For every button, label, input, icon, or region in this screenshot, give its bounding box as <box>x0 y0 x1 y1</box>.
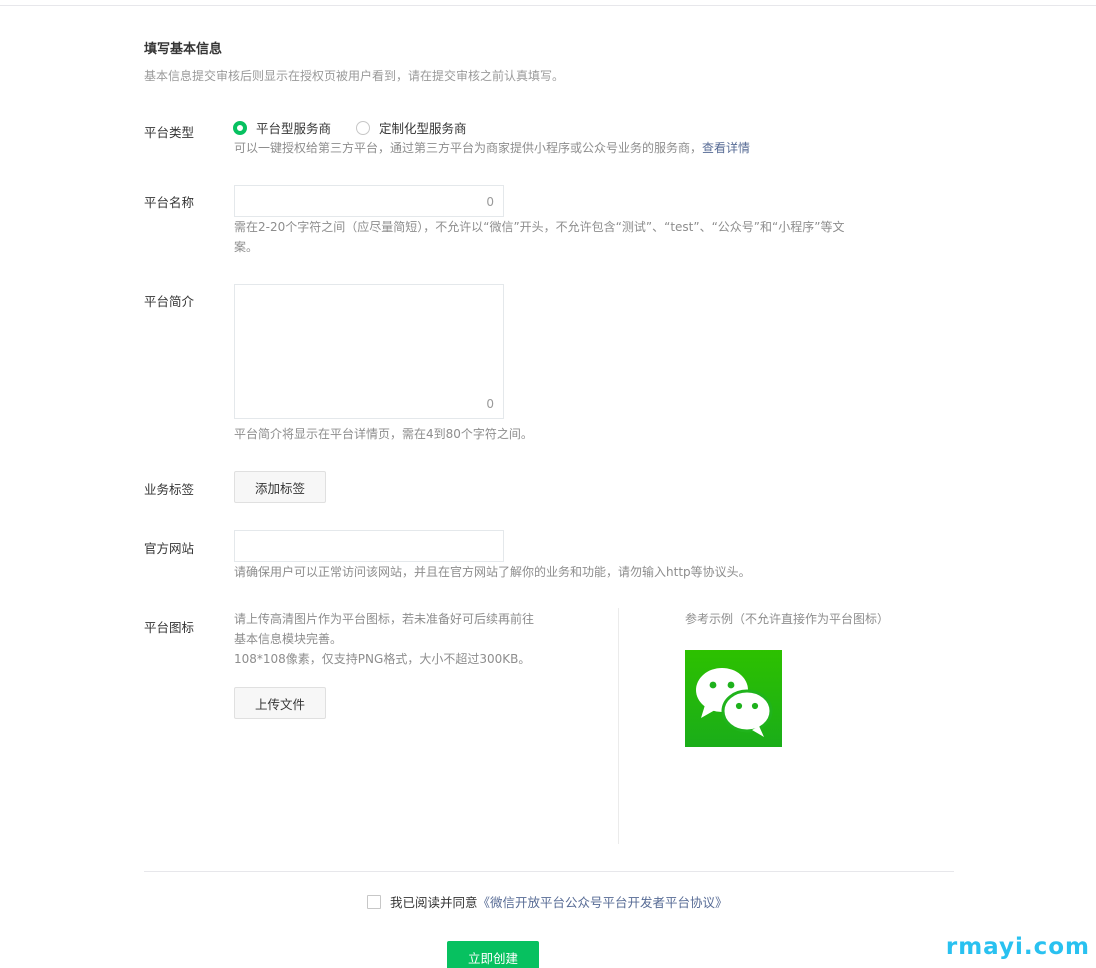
platform-name-label: 平台名称 <box>144 195 195 210</box>
footer-divider <box>144 871 954 872</box>
platform-icon-label: 平台图标 <box>144 620 195 635</box>
section-description: 基本信息提交审核后则显示在授权页被用户看到，请在提交审核之前认真填写。 <box>144 69 565 83</box>
platform-type-label: 平台类型 <box>144 125 195 140</box>
website-label: 官方网站 <box>144 541 195 556</box>
platform-icon-tip-line1: 请上传高清图片作为平台图标，若未准备好可后续再前往 <box>234 612 535 626</box>
char-counter: 0 <box>486 397 494 411</box>
example-title: 参考示例（不允许直接作为平台图标） <box>685 612 890 626</box>
platform-name-input[interactable]: 0 <box>234 185 504 217</box>
radio-label: 平台型服务商 <box>256 121 332 136</box>
platform-icon-tip-line3: 108*108像素，仅支持PNG格式，大小不超过300KB。 <box>234 652 531 666</box>
platform-intro-tip: 平台简介将显示在平台详情页，需在4到80个字符之间。 <box>234 427 533 441</box>
platform-type-tip: 可以一键授权给第三方平台，通过第三方平台为商家提供小程序或公众号业务的服务商，查… <box>234 141 751 155</box>
section-title: 填写基本信息 <box>144 42 223 57</box>
watermark: rmayi.com <box>945 934 1090 960</box>
radio-platform-provider[interactable]: 平台型服务商 <box>233 118 331 137</box>
agreement-checkbox[interactable] <box>367 894 381 909</box>
vertical-divider <box>618 608 619 844</box>
website-tip: 请确保用户可以正常访问该网站，并且在官方网站了解你的业务和功能，请勿输入http… <box>234 565 751 579</box>
business-tags-label: 业务标签 <box>144 482 195 497</box>
platform-name-tip-line1: 需在2-20个字符之间（应尽量简短），不允许以“微信”开头，不允许包含“测试”、… <box>234 220 845 234</box>
agreement-link[interactable]: 《微信开放平台公众号平台开发者平台协议》 <box>478 892 728 911</box>
platform-intro-textarea[interactable]: 0 <box>234 284 504 419</box>
platform-type-radio-group: 平台型服务商 定制化型服务商 <box>233 118 492 137</box>
view-details-link[interactable]: 查看详情 <box>702 141 750 155</box>
radio-label: 定制化型服务商 <box>379 121 467 136</box>
platform-intro-label: 平台简介 <box>144 294 195 309</box>
top-divider <box>0 5 1096 6</box>
add-tag-button[interactable]: 添加标签 <box>234 471 326 503</box>
upload-file-button[interactable]: 上传文件 <box>234 687 326 719</box>
char-counter: 0 <box>486 195 494 209</box>
radio-unchecked-icon <box>356 120 371 135</box>
agreement-row: 我已阅读并同意 《微信开放平台公众号平台开发者平台协议》 <box>367 892 728 911</box>
platform-name-tip-line2: 案。 <box>234 240 259 254</box>
radio-checked-icon <box>233 120 247 135</box>
platform-icon-tip-line2: 基本信息模块完善。 <box>234 632 343 646</box>
wechat-logo-icon <box>685 650 782 747</box>
create-button[interactable]: 立即创建 <box>447 941 539 968</box>
agreement-text: 我已阅读并同意 <box>390 895 478 910</box>
website-input[interactable] <box>234 530 504 562</box>
radio-custom-provider[interactable]: 定制化型服务商 <box>356 118 467 137</box>
